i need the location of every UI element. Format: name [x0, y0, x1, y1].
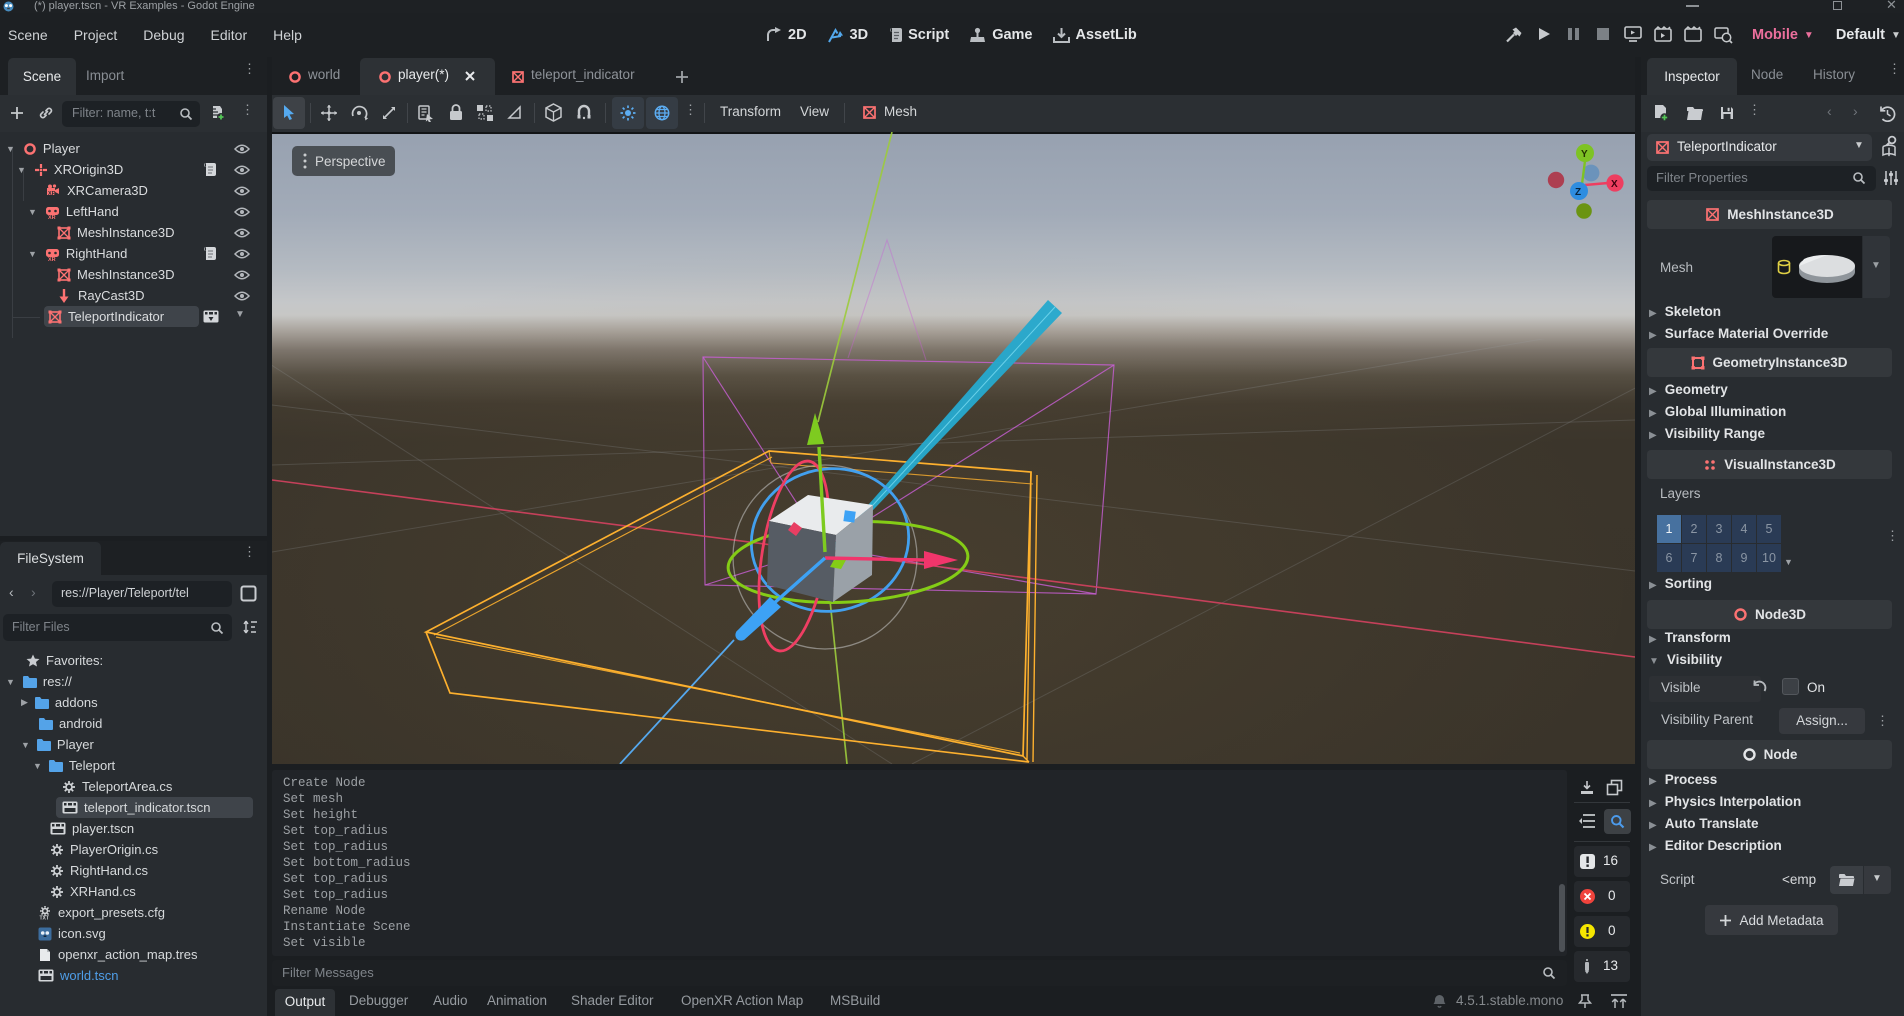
svg-text:Perspective: Perspective — [315, 154, 386, 169]
svg-text:Z: Z — [1575, 187, 1581, 198]
svg-text:XR: XR — [48, 215, 56, 219]
svg-text:Y: Y — [1581, 149, 1588, 160]
svg-text:X: X — [1611, 179, 1618, 190]
svg-text:XR: XR — [48, 257, 56, 261]
svg-text:TXT: TXT — [40, 915, 49, 920]
svg-text:XR: XR — [48, 191, 56, 197]
